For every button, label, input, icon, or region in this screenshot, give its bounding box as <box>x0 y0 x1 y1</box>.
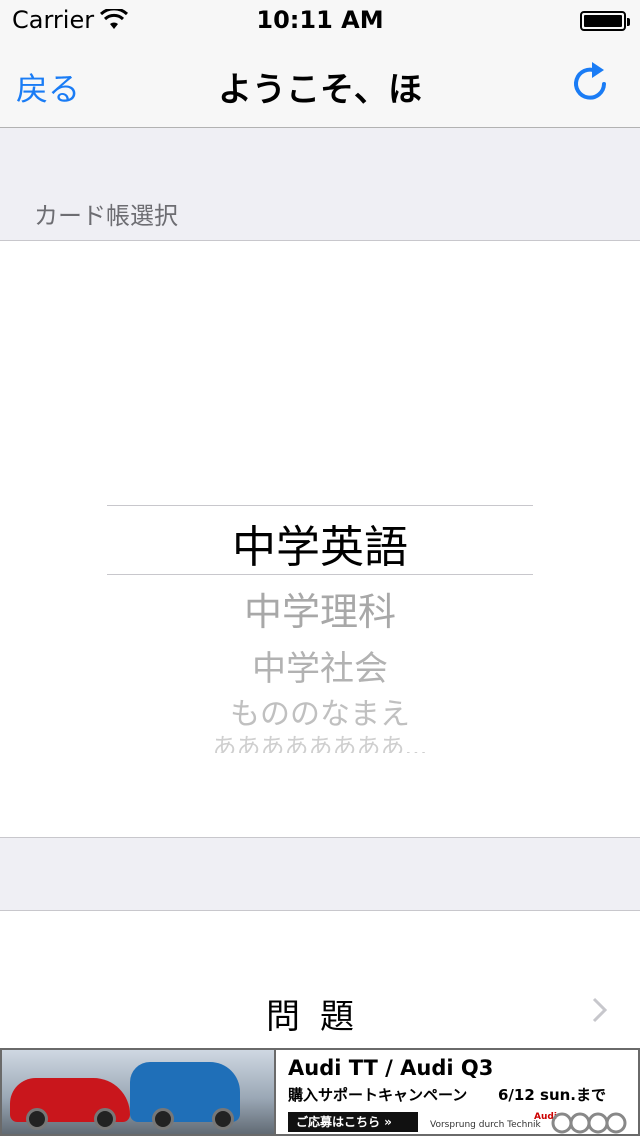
picker-item[interactable]: 中学社会 <box>0 641 640 690</box>
ad-date: 6/12 sun.まで <box>498 1086 606 1104</box>
ad-car-image <box>2 1050 274 1134</box>
navigation-bar: 戻る ようこそ、ほ <box>0 40 640 128</box>
refresh-icon[interactable] <box>568 60 614 106</box>
ad-title: Audi TT / Audi Q3 <box>288 1056 494 1080</box>
status-bar: Carrier 10:11 AM <box>0 0 640 40</box>
picker-selected-item[interactable]: 中学英語 <box>0 511 640 575</box>
chevron-right-icon <box>592 997 608 1023</box>
ad-banner[interactable]: Audi TT / Audi Q3 購入サポートキャンペーン 6/12 sun.… <box>0 1048 640 1136</box>
battery-icon <box>580 11 630 31</box>
ad-cta-button[interactable]: ご応募はこちら » <box>288 1112 418 1132</box>
ad-subtitle: 購入サポートキャンペーン <box>288 1086 468 1104</box>
question-label: 問題 <box>266 997 374 1037</box>
audi-rings-logo <box>551 1112 627 1134</box>
status-time: 10:11 AM <box>256 6 384 34</box>
ad-text-area: Audi TT / Audi Q3 購入サポートキャンペーン 6/12 sun.… <box>274 1050 638 1134</box>
picker-selection-top-line <box>107 505 533 506</box>
section-header: カード帳選択 <box>34 202 178 230</box>
picker-selection-bottom-line <box>107 574 533 575</box>
picker-item[interactable]: 中学理科 <box>0 581 640 636</box>
card-book-picker[interactable]: 中学英語 中学理科 中学社会 もののなまえ ああああああああ... <box>0 240 640 838</box>
page-title: ようこそ、ほ <box>218 70 422 110</box>
ad-tagline: Vorsprung durch Technik <box>430 1120 541 1130</box>
question-cell[interactable]: 問題 <box>0 910 640 1048</box>
picker-item[interactable]: ああああああああ... <box>0 727 640 753</box>
